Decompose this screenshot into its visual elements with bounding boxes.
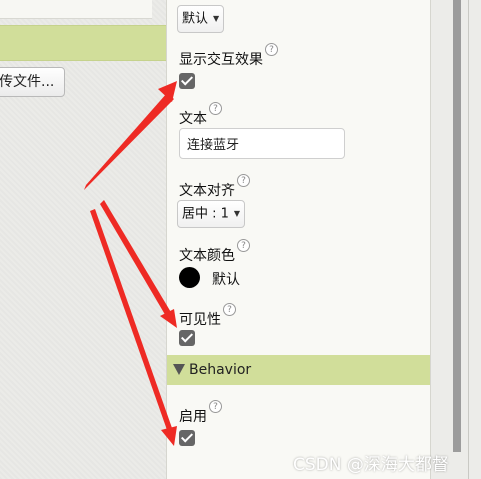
text-input[interactable] — [179, 128, 345, 159]
chevron-down-icon: ▼ — [233, 209, 241, 218]
text-alignment-label: 文本对齐? — [179, 174, 250, 200]
help-icon[interactable]: ? — [209, 400, 222, 413]
workspace-pane: 传文件... — [0, 0, 166, 479]
text-color-swatch[interactable] — [179, 267, 200, 288]
collapse-triangle-icon — [173, 363, 185, 375]
help-icon[interactable]: ? — [237, 239, 250, 252]
enabled-checkbox[interactable] — [179, 430, 195, 446]
behavior-section-header[interactable]: Behavior — [167, 355, 430, 385]
upload-file-button[interactable]: 传文件... — [0, 67, 65, 97]
text-color-name[interactable]: 默认 — [212, 269, 240, 289]
properties-panel: 默认 ▼ 显示交互效果? 文本? 文本对齐? 居中 : 1 ▼ 文本颜色? 默认 可… — [166, 0, 431, 479]
text-alignment-value: 居中 : 1 — [182, 206, 229, 222]
text-alignment-dropdown[interactable]: 居中 : 1 ▼ — [177, 200, 246, 228]
show-feedback-checkbox[interactable] — [179, 73, 195, 89]
top-dropdown[interactable]: 默认 ▼ — [177, 5, 225, 33]
help-icon[interactable]: ? — [265, 43, 278, 56]
divider — [468, 0, 469, 479]
help-icon[interactable]: ? — [237, 174, 250, 187]
text-color-label: 文本颜色? — [179, 239, 250, 265]
visible-checkbox[interactable] — [179, 330, 195, 346]
visible-label: 可见性? — [179, 303, 236, 329]
component-card — [0, 0, 152, 19]
help-icon[interactable]: ? — [223, 303, 236, 316]
section-header-bar — [0, 25, 166, 61]
watermark: CSDN @深海大都督 — [293, 455, 449, 475]
show-feedback-label: 显示交互效果? — [179, 43, 278, 69]
scrollbar[interactable] — [453, 0, 461, 452]
enabled-label: 启用? — [179, 400, 222, 426]
chevron-down-icon: ▼ — [213, 14, 220, 23]
help-icon[interactable]: ? — [209, 102, 222, 115]
text-label: 文本? — [179, 102, 222, 128]
top-dropdown-value: 默认 — [182, 11, 209, 27]
behavior-section-title: Behavior — [189, 362, 252, 378]
